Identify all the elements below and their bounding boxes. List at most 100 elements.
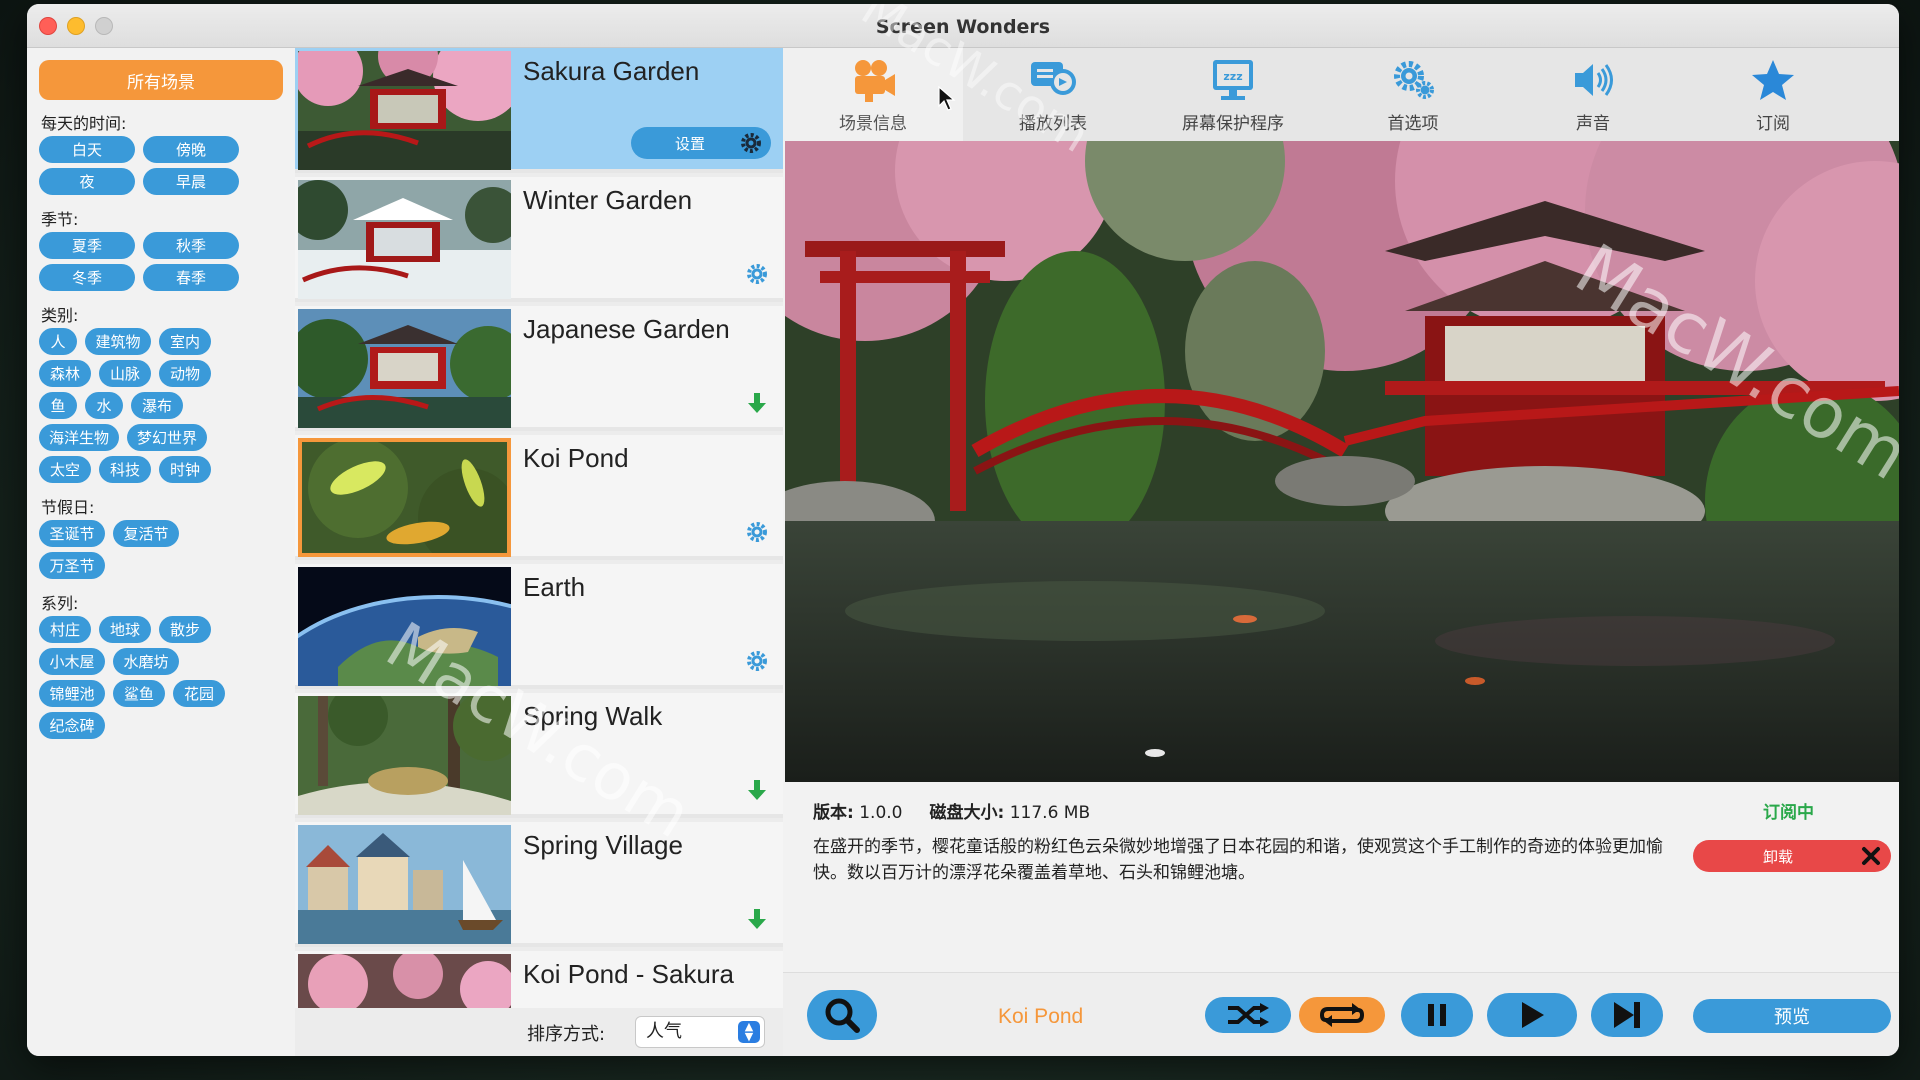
pause-icon	[1428, 1004, 1446, 1026]
tag-village[interactable]: 村庄	[39, 616, 91, 643]
sort-value: 人气	[646, 1021, 682, 1042]
tag-people[interactable]: 人	[39, 328, 77, 355]
scene-thumbnail	[298, 309, 511, 428]
tag-forest[interactable]: 森林	[39, 360, 91, 387]
tag-marine-life[interactable]: 海洋生物	[39, 424, 119, 451]
scene-info-panel: 版本: 1.0.0 磁盘大小: 117.6 MB 订阅中 在盛开的季节，樱花童话…	[783, 782, 1899, 972]
scene-item-spring-village[interactable]: Spring Village	[295, 822, 783, 947]
tag-summer[interactable]: 夏季	[39, 232, 135, 259]
preview-button[interactable]: 预览	[1693, 999, 1891, 1033]
scene-item-koi-pond-sakura[interactable]: Koi Pond - Sakura	[295, 951, 783, 1008]
tag-animals[interactable]: 动物	[159, 360, 211, 387]
tag-halloween[interactable]: 万圣节	[39, 552, 105, 579]
play-button[interactable]	[1487, 993, 1577, 1037]
tag-tech[interactable]: 科技	[99, 456, 151, 483]
title-bar[interactable]: Screen Wonders	[27, 4, 1899, 48]
tag-daytime[interactable]: 白天	[39, 136, 135, 163]
gear-icon	[741, 133, 761, 153]
tag-shark[interactable]: 鲨鱼	[113, 680, 165, 707]
scene-settings-button[interactable]: 设置	[631, 127, 771, 159]
pause-button[interactable]	[1401, 993, 1473, 1037]
tag-autumn[interactable]: 秋季	[143, 232, 239, 259]
tab-preferences[interactable]: 首选项	[1323, 48, 1503, 141]
disk-size-value: 117.6 MB	[1009, 803, 1091, 823]
scene-thumbnail	[298, 567, 511, 686]
gear-icon[interactable]	[745, 262, 769, 286]
tab-sound[interactable]: 声音	[1503, 48, 1683, 141]
gear-icon[interactable]	[745, 520, 769, 544]
play-icon	[1522, 1002, 1544, 1028]
sort-bar: 排序方式: 人气 ▲ ▼	[295, 1008, 783, 1056]
next-button[interactable]	[1591, 993, 1663, 1037]
now-playing-title: Koi Pond	[998, 1005, 1084, 1028]
version-value: 1.0.0	[859, 803, 903, 823]
scene-item-spring-walk[interactable]: Spring Walk	[295, 693, 783, 818]
tag-evening[interactable]: 傍晚	[143, 136, 239, 163]
all-scenes-button[interactable]: 所有场景	[39, 60, 283, 100]
tab-label: 首选项	[1387, 114, 1439, 134]
tab-label: 屏幕保护程序	[1182, 114, 1284, 134]
shuffle-icon	[1228, 1003, 1269, 1027]
tag-cabin[interactable]: 小木屋	[39, 648, 105, 675]
sort-select[interactable]: 人气 ▲ ▼	[635, 1016, 765, 1048]
scene-list[interactable]: Sakura Garden 设置 Winter Garden Japanese …	[295, 48, 783, 1008]
tag-earth[interactable]: 地球	[99, 616, 151, 643]
tag-night[interactable]: 夜	[39, 168, 135, 195]
sort-label: 排序方式:	[527, 1024, 606, 1045]
tag-koi-pond[interactable]: 锦鲤池	[39, 680, 105, 707]
scene-title: Winter Garden	[523, 185, 693, 215]
tag-fish[interactable]: 鱼	[39, 392, 77, 419]
gears-icon	[1394, 61, 1434, 99]
scene-title: Koi Pond	[523, 443, 629, 473]
version-label: 版本:	[813, 803, 854, 823]
tag-fantasy[interactable]: 梦幻世界	[127, 424, 207, 451]
scene-item-sakura-garden[interactable]: Sakura Garden 设置	[295, 48, 783, 173]
tag-buildings[interactable]: 建筑物	[85, 328, 151, 355]
tag-christmas[interactable]: 圣诞节	[39, 520, 105, 547]
tab-subscribe[interactable]: 订阅	[1683, 48, 1863, 141]
tag-indoor[interactable]: 室内	[159, 328, 211, 355]
tab-label: 播放列表	[1019, 114, 1087, 134]
tab-scene-info[interactable]: 场景信息	[783, 48, 963, 141]
download-arrow-icon[interactable]	[745, 391, 769, 415]
tag-monument[interactable]: 纪念碑	[39, 712, 105, 739]
download-arrow-icon[interactable]	[745, 778, 769, 802]
tag-easter[interactable]: 复活节	[113, 520, 179, 547]
tag-winter[interactable]: 冬季	[39, 264, 135, 291]
scene-preview-image: MacW.com	[785, 141, 1899, 782]
app-window: Screen Wonders 所有场景 每天的时间: 白天 傍晚 夜 早晨 季节…	[27, 4, 1899, 1056]
repeat-button[interactable]	[1299, 997, 1385, 1033]
repeat-icon	[1320, 1003, 1364, 1027]
tag-waterfall[interactable]: 瀑布	[131, 392, 183, 419]
shuffle-button[interactable]	[1205, 997, 1291, 1033]
scene-item-winter-garden[interactable]: Winter Garden	[295, 177, 783, 302]
scene-title: Sakura Garden	[523, 56, 700, 86]
scene-item-earth[interactable]: Earth	[295, 564, 783, 689]
tag-clocks[interactable]: 时钟	[159, 456, 211, 483]
uninstall-label: 卸载	[1763, 847, 1794, 866]
close-x-icon	[1862, 847, 1880, 865]
tag-watermill[interactable]: 水磨坊	[113, 648, 179, 675]
tag-water[interactable]: 水	[85, 392, 123, 419]
section-label-series: 系列:	[41, 594, 79, 613]
gear-icon[interactable]	[745, 649, 769, 673]
tag-garden[interactable]: 花园	[173, 680, 225, 707]
tag-mountains[interactable]: 山脉	[99, 360, 151, 387]
tab-screensaver[interactable]: zzz 屏幕保护程序	[1143, 48, 1323, 141]
tag-walk[interactable]: 散步	[159, 616, 211, 643]
tab-playlist[interactable]: 播放列表	[963, 48, 1143, 141]
tab-label: 声音	[1576, 114, 1610, 134]
tag-morning[interactable]: 早晨	[143, 168, 239, 195]
section-label-category: 类别:	[41, 306, 79, 325]
tag-space[interactable]: 太空	[39, 456, 91, 483]
scene-meta: 版本: 1.0.0 磁盘大小: 117.6 MB	[813, 798, 1090, 823]
scene-thumbnail	[298, 825, 511, 944]
scene-thumbnail	[298, 180, 511, 299]
scene-item-japanese-garden[interactable]: Japanese Garden	[295, 306, 783, 431]
download-arrow-icon[interactable]	[745, 907, 769, 931]
scene-item-koi-pond[interactable]: Koi Pond	[295, 435, 783, 560]
svg-text:zzz: zzz	[1223, 70, 1242, 83]
zoom-search-button[interactable]	[807, 990, 877, 1040]
tag-spring[interactable]: 春季	[143, 264, 239, 291]
uninstall-button[interactable]: 卸载	[1693, 840, 1891, 872]
